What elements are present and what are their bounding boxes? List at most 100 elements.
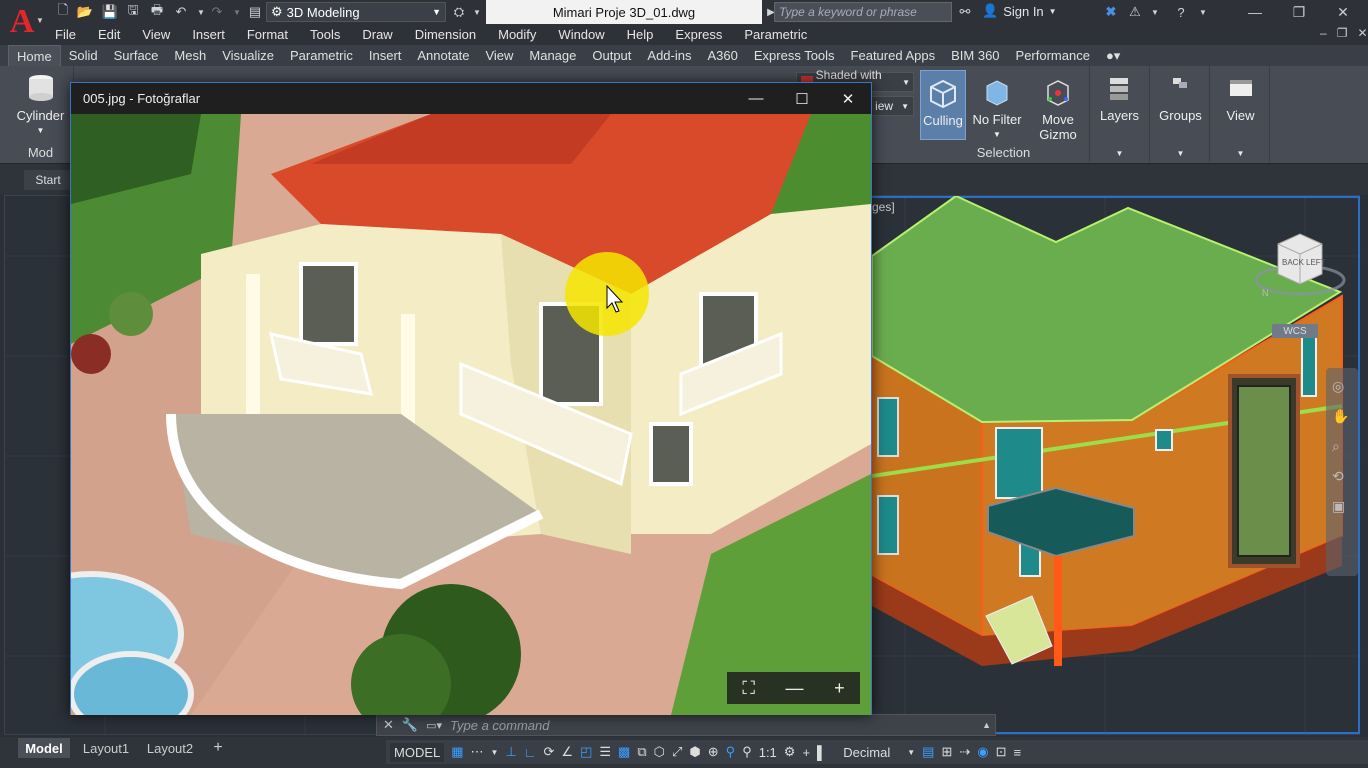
- osnap-icon[interactable]: ◰: [580, 744, 592, 760]
- tab-annotate[interactable]: Annotate: [409, 45, 477, 66]
- minimize-icon[interactable]: –: [1320, 26, 1327, 40]
- tab-layout1[interactable]: Layout1: [78, 738, 134, 758]
- save-icon[interactable]: 💾: [101, 3, 119, 21]
- grid-icon[interactable]: ▦: [451, 744, 463, 760]
- tab-insert[interactable]: Insert: [361, 45, 410, 66]
- units-dropdown[interactable]: Decimal: [833, 745, 900, 760]
- clean-screen-icon[interactable]: ⊡: [996, 744, 1007, 760]
- match-properties-icon[interactable]: ▤: [246, 3, 264, 21]
- tab-output[interactable]: Output: [584, 45, 639, 66]
- navigation-bar[interactable]: ◎ ✋ ⌕ ⟲ ▣: [1326, 368, 1358, 576]
- pan-icon[interactable]: ✋: [1332, 408, 1352, 428]
- tab-add-ins[interactable]: Add-ins: [639, 45, 699, 66]
- restore-icon[interactable]: ❐: [1337, 26, 1348, 40]
- no-filter-button[interactable]: No Filter ▼: [970, 70, 1024, 142]
- tab-express-tools[interactable]: Express Tools: [746, 45, 843, 66]
- menu-modify[interactable]: Modify: [487, 27, 547, 42]
- photo-viewer-window[interactable]: 005.jpg - Fotoğraflar — ☐ ✕ ⛶ — +: [70, 82, 872, 715]
- add-layout-button[interactable]: +: [206, 738, 230, 758]
- menu-tools[interactable]: Tools: [299, 27, 351, 42]
- culling-button[interactable]: Culling: [920, 70, 966, 140]
- chevron-down-icon[interactable]: ▼: [1237, 149, 1245, 158]
- chevron-down-icon[interactable]: ▼: [1194, 3, 1212, 21]
- menu-format[interactable]: Format: [236, 27, 299, 42]
- close-icon[interactable]: ✕: [1320, 0, 1366, 24]
- workspace-switch-icon[interactable]: ⚙: [784, 744, 796, 760]
- tab-view[interactable]: View: [477, 45, 521, 66]
- showmotion-icon[interactable]: ▣: [1332, 498, 1352, 518]
- chevron-down-icon[interactable]: ▼: [907, 748, 915, 757]
- quick-properties-icon[interactable]: ▤: [922, 744, 934, 760]
- ribbon-toggle-icon[interactable]: ●▾: [1098, 45, 1128, 66]
- chevron-down-icon[interactable]: ▼: [491, 748, 499, 757]
- steering-wheel-icon[interactable]: ◎: [1332, 378, 1352, 398]
- menu-draw[interactable]: Draw: [351, 27, 403, 42]
- close-icon[interactable]: ✕: [383, 717, 394, 733]
- wrench-icon[interactable]: 🔧: [402, 717, 418, 733]
- restore-icon[interactable]: ❐: [1276, 0, 1322, 24]
- menu-insert[interactable]: Insert: [181, 27, 236, 42]
- model-space-button[interactable]: MODEL: [390, 742, 445, 762]
- annotation-visibility-icon[interactable]: ⚲: [726, 744, 736, 760]
- gizmo-toggle-icon[interactable]: ⊕: [708, 744, 719, 760]
- hardware-acceleration-icon[interactable]: ◉: [977, 744, 988, 760]
- redo-dropdown-icon[interactable]: ▼: [228, 3, 246, 21]
- chevron-down-icon[interactable]: ▼: [1116, 149, 1124, 158]
- exchange-apps-icon[interactable]: ✖: [1102, 3, 1120, 21]
- chevron-down-icon[interactable]: ▼: [1146, 3, 1164, 21]
- binoculars-icon[interactable]: ⚯: [956, 3, 974, 21]
- tab-start[interactable]: Start: [24, 170, 72, 190]
- share-icon[interactable]: ⛭: [450, 3, 468, 21]
- zoom-in-icon[interactable]: +: [834, 678, 845, 699]
- tab-solid[interactable]: Solid: [61, 45, 106, 66]
- application-menu-button[interactable]: A ▼: [0, 0, 44, 44]
- autodesk-a360-icon[interactable]: ⚠: [1126, 3, 1144, 21]
- orbit-icon[interactable]: ⟲: [1332, 468, 1352, 488]
- command-input[interactable]: Type a command: [450, 718, 549, 733]
- plus-icon[interactable]: +: [802, 745, 810, 760]
- selection-cycling-icon[interactable]: ⧉: [637, 744, 646, 760]
- tab-home[interactable]: Home: [8, 45, 61, 66]
- wcs-menu[interactable]: WCS: [1272, 324, 1318, 338]
- customize-quick-access-icon[interactable]: ▼: [468, 3, 486, 21]
- minimize-icon[interactable]: —: [1232, 0, 1278, 24]
- tab-bim-360[interactable]: BIM 360: [943, 45, 1007, 66]
- new-file-icon[interactable]: 🗋: [54, 2, 72, 21]
- menu-express[interactable]: Express: [664, 27, 733, 42]
- menu-edit[interactable]: Edit: [87, 27, 131, 42]
- close-icon[interactable]: ✕: [1357, 26, 1367, 40]
- zoom-out-icon[interactable]: —: [786, 678, 804, 699]
- menu-help[interactable]: Help: [616, 27, 665, 42]
- tab-model[interactable]: Model: [18, 738, 70, 758]
- selection-filter-icon[interactable]: ⬢: [689, 744, 700, 760]
- doc-window-controls[interactable]: – ❐ ✕: [1320, 26, 1368, 40]
- layers-button[interactable]: Layers: [1100, 66, 1139, 123]
- dynamic-ucs-icon[interactable]: ⤢: [672, 744, 682, 760]
- autoscale-icon[interactable]: ⚲: [742, 744, 752, 760]
- open-file-icon[interactable]: 📂: [76, 3, 94, 21]
- cylinder-button[interactable]: Cylinder ▼: [17, 66, 64, 138]
- 3d-osnap-icon[interactable]: ⬡: [654, 744, 665, 760]
- viewcube[interactable]: BACK LEFT N: [1252, 230, 1348, 302]
- workspace-dropdown[interactable]: ⚙ 3D Modeling ▼: [266, 2, 446, 22]
- tab-visualize[interactable]: Visualize: [214, 45, 282, 66]
- tab-mesh[interactable]: Mesh: [166, 45, 214, 66]
- zoom-extents-icon[interactable]: ⌕: [1332, 438, 1352, 458]
- customization-icon[interactable]: ≡: [1014, 745, 1022, 760]
- chevron-up-icon[interactable]: ▲: [982, 720, 991, 730]
- menu-dimension[interactable]: Dimension: [404, 27, 487, 42]
- menu-file[interactable]: File: [44, 27, 87, 42]
- transparency-icon[interactable]: ▩: [618, 744, 630, 760]
- close-icon[interactable]: ✕: [825, 83, 871, 114]
- tab-manage[interactable]: Manage: [521, 45, 584, 66]
- annotation-scale[interactable]: 1:1: [759, 745, 777, 760]
- maximize-icon[interactable]: ☐: [779, 83, 825, 114]
- save-as-icon[interactable]: 🖫: [124, 2, 142, 21]
- redo-icon[interactable]: ↷: [208, 3, 226, 21]
- plot-icon[interactable]: 🖶: [148, 2, 166, 21]
- ortho-icon[interactable]: ⟳: [544, 744, 555, 760]
- search-input[interactable]: Type a keyword or phrase: [774, 2, 952, 22]
- minimize-icon[interactable]: —: [733, 83, 779, 114]
- tab-performance[interactable]: Performance: [1008, 45, 1098, 66]
- dynamic-input-icon[interactable]: ∟: [524, 745, 537, 760]
